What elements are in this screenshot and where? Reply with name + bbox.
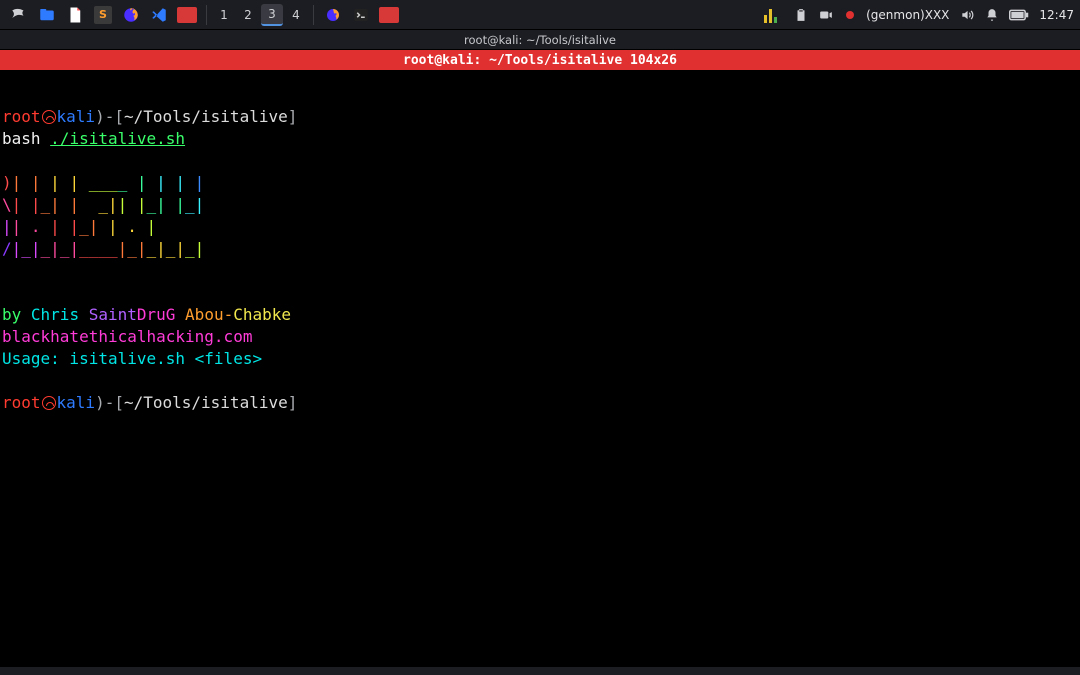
- credit-by: by: [2, 305, 31, 324]
- running-app-icon[interactable]: [377, 3, 401, 27]
- taskbar-separator: [313, 5, 314, 25]
- cherrytree-icon[interactable]: [175, 3, 199, 27]
- command-prefix: bash: [2, 129, 50, 148]
- clock[interactable]: 12:47: [1039, 8, 1074, 22]
- running-terminal-icon[interactable]: [349, 3, 373, 27]
- tmux-statusbar: root@kali: ~/Tools/isitalive 104x26: [0, 50, 1080, 70]
- window-title-text: root@kali: ~/Tools/isitalive: [464, 33, 616, 47]
- ascii-art-row: || . | |_| | . |: [2, 217, 185, 236]
- genmon-text[interactable]: (genmon)XXX: [866, 8, 949, 22]
- tmux-status-text: root@kali: ~/Tools/isitalive 104x26: [403, 53, 677, 68]
- workspace-2[interactable]: 2: [237, 4, 259, 26]
- notifications-icon[interactable]: [985, 8, 999, 22]
- vscode-icon[interactable]: [147, 3, 171, 27]
- top-panel: S 1 2 3 4 (genmon)XXX: [0, 0, 1080, 30]
- kali-menu-icon[interactable]: [7, 3, 31, 27]
- clipboard-icon[interactable]: [794, 8, 808, 22]
- prompt-cwd: ~/Tools/isitalive: [124, 393, 288, 412]
- text-editor-icon[interactable]: [63, 3, 87, 27]
- workspace-3[interactable]: 3: [261, 4, 283, 26]
- firefox-icon[interactable]: [119, 3, 143, 27]
- sublime-icon[interactable]: S: [91, 3, 115, 27]
- credit-name: Chris: [31, 305, 89, 324]
- camera-icon[interactable]: [818, 8, 834, 22]
- prompt-host: kali: [57, 107, 96, 126]
- taskbar-separator: [206, 5, 207, 25]
- usage-text: Usage: isitalive.sh <files>: [2, 349, 262, 368]
- window-titlebar[interactable]: root@kali: ~/Tools/isitalive: [0, 30, 1080, 50]
- running-firefox-icon[interactable]: [321, 3, 345, 27]
- resource-monitor-icon[interactable]: [764, 7, 784, 23]
- system-tray: (genmon)XXX 12:47: [764, 7, 1074, 23]
- record-icon[interactable]: [844, 9, 856, 21]
- terminal-pane[interactable]: rootkali)-[~/Tools/isitalive] bash ./isi…: [0, 70, 1080, 667]
- kali-skull-icon: [42, 396, 56, 410]
- battery-icon[interactable]: [1009, 9, 1029, 21]
- prompt-bracket: )-[: [95, 107, 124, 126]
- file-manager-icon[interactable]: [35, 3, 59, 27]
- workspace-1[interactable]: 1: [213, 4, 235, 26]
- prompt-bracket: )-[: [95, 393, 124, 412]
- prompt-cwd: ~/Tools/isitalive: [124, 107, 288, 126]
- ascii-art-row: /|_|_|_|____|_|_|_|_|: [2, 239, 204, 258]
- ascii-art-row: \| |_| | _|| |_| |_|: [2, 195, 204, 214]
- credit-name: Abou-: [185, 305, 233, 324]
- credit-name: DruG: [137, 305, 185, 324]
- workspace-4[interactable]: 4: [285, 4, 307, 26]
- ascii-art-row: [2, 261, 195, 280]
- prompt-user: root: [2, 393, 41, 412]
- prompt-user: root: [2, 107, 41, 126]
- credit-name: Chabke: [233, 305, 291, 324]
- prompt-bracket-close: ]: [288, 393, 298, 412]
- ascii-art-row: )| | | | ____ | | | |: [2, 173, 204, 192]
- prompt-host: kali: [57, 393, 96, 412]
- command-file: ./isitalive.sh: [50, 129, 185, 148]
- prompt-bracket-close: ]: [288, 107, 298, 126]
- volume-icon[interactable]: [959, 8, 975, 22]
- window-bottom-border: [0, 667, 1080, 675]
- kali-skull-icon: [42, 110, 56, 124]
- credit-url: blackhatethicalhacking.com: [2, 327, 252, 346]
- credit-name: Saint: [89, 305, 137, 324]
